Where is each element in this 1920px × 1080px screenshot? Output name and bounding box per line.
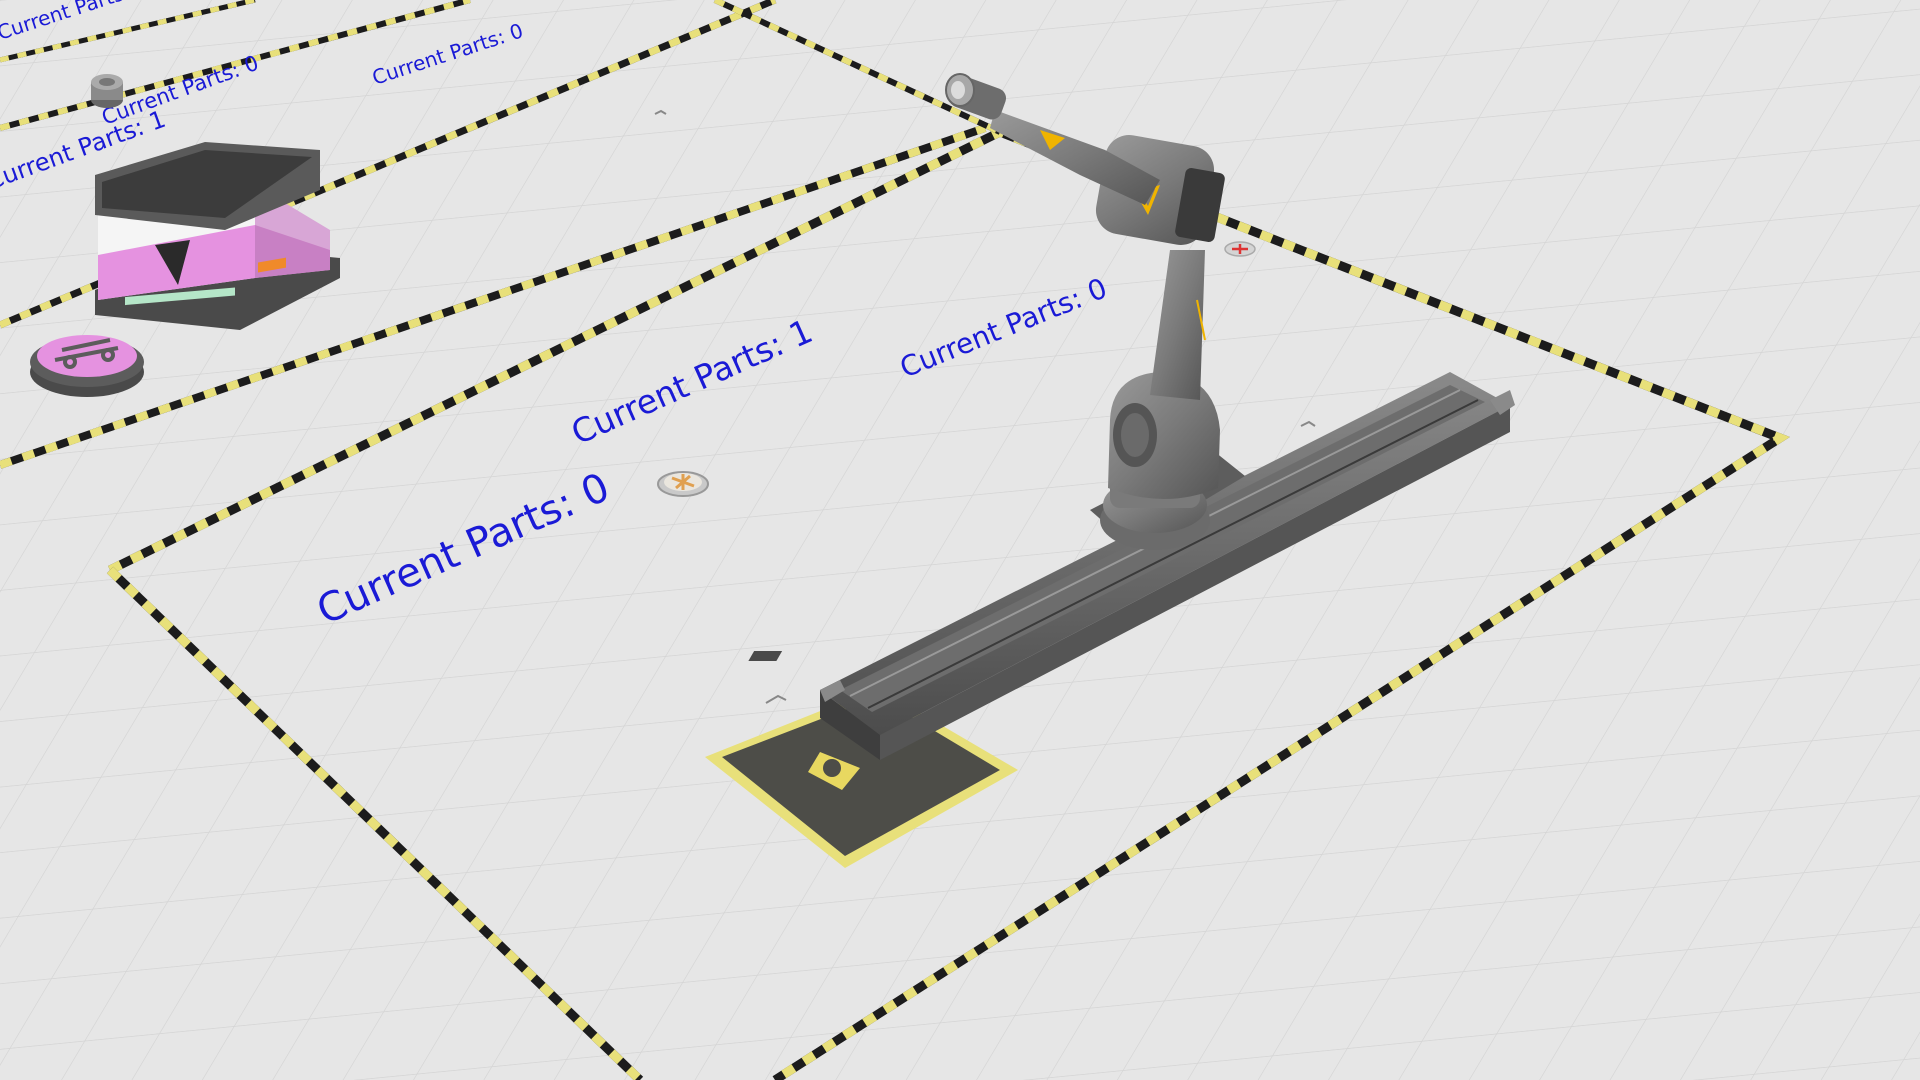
part-canister[interactable] (91, 74, 123, 108)
scene-canvas[interactable]: Current Parts: Current Parts: 0 Current … (0, 0, 1920, 1080)
agv-dock-marker[interactable] (30, 335, 144, 397)
floor-marker-orange[interactable] (657, 471, 709, 497)
floor-marker-red[interactable] (1224, 241, 1256, 257)
3d-viewport[interactable]: Current Parts: Current Parts: 0 Current … (0, 0, 1920, 1080)
